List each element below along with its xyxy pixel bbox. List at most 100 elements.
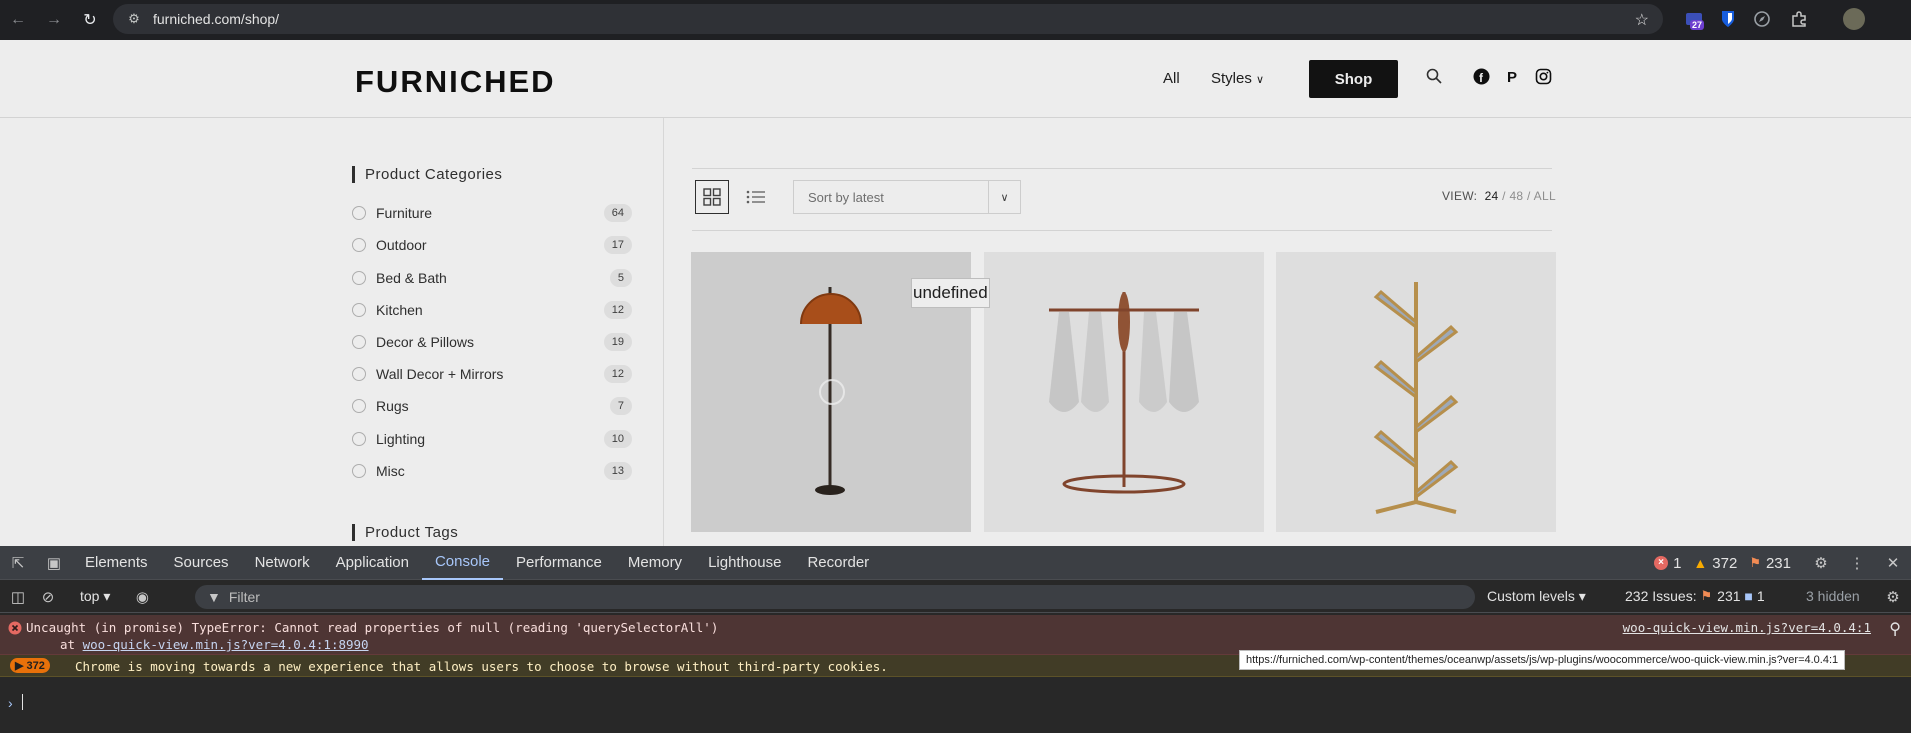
category-item[interactable]: Furniture 64 bbox=[352, 201, 632, 225]
category-radio[interactable] bbox=[352, 464, 366, 478]
instagram-icon[interactable] bbox=[1535, 68, 1552, 90]
reload-icon: ↻ bbox=[83, 12, 97, 29]
category-item[interactable]: Wall Decor + Mirrors 12 bbox=[352, 362, 632, 386]
clear-console-icon[interactable]: ⊘ bbox=[30, 580, 66, 614]
settings-gear-icon[interactable]: ⚙ bbox=[1803, 546, 1839, 580]
category-radio[interactable] bbox=[352, 335, 366, 349]
more-options-icon[interactable]: ⋮ bbox=[1839, 546, 1875, 580]
warning-counter[interactable]: ▲ 372 bbox=[1693, 555, 1737, 572]
reload-button[interactable]: ↻ bbox=[72, 0, 108, 40]
view-24-link[interactable]: 24 bbox=[1485, 189, 1499, 203]
filter-placeholder: Filter bbox=[228, 589, 260, 605]
tab-recorder[interactable]: Recorder bbox=[794, 546, 882, 580]
tab-sources[interactable]: Sources bbox=[161, 546, 242, 580]
category-item[interactable]: Misc 13 bbox=[352, 459, 632, 483]
tab-lighthouse[interactable]: Lighthouse bbox=[695, 546, 794, 580]
menu-all[interactable]: All bbox=[1163, 70, 1180, 87]
sort-select[interactable]: Sort by latest ∨ bbox=[793, 180, 1021, 214]
console-settings-icon[interactable]: ⚙ bbox=[1875, 580, 1911, 614]
tab-console[interactable]: Console bbox=[421, 546, 504, 580]
error-stack-link[interactable]: woo-quick-view.min.js?ver=4.0.4:1:8990 bbox=[83, 637, 369, 652]
eye-icon[interactable]: ◉ bbox=[124, 580, 160, 614]
issue-counter[interactable]: ⚑ 231 bbox=[1749, 555, 1791, 572]
category-count: 10 bbox=[603, 430, 632, 448]
toolbar-top-border bbox=[692, 168, 1552, 169]
category-count: 17 bbox=[603, 236, 632, 254]
bookmark-star-icon[interactable]: ☆ bbox=[1635, 10, 1649, 30]
shop-button[interactable]: Shop bbox=[1309, 60, 1398, 98]
list-icon bbox=[746, 190, 765, 204]
error-source-link[interactable]: woo-quick-view.min.js?ver=4.0.4:1 bbox=[1623, 620, 1871, 635]
category-label: Outdoor bbox=[376, 237, 427, 253]
extensions-puzzle-icon[interactable] bbox=[1788, 8, 1810, 30]
category-radio[interactable] bbox=[352, 399, 366, 413]
forward-button[interactable]: → bbox=[36, 0, 72, 40]
close-icon[interactable]: ✕ bbox=[1875, 546, 1911, 580]
console-prompt-icon: › bbox=[8, 695, 13, 711]
toolbar-bottom-border bbox=[692, 230, 1552, 231]
console-filter-input[interactable]: ▼ Filter bbox=[195, 585, 1475, 609]
view-label: VIEW: bbox=[1442, 189, 1478, 203]
search-icon[interactable] bbox=[1426, 68, 1442, 89]
sort-value: Sort by latest bbox=[808, 189, 884, 205]
category-radio[interactable] bbox=[352, 367, 366, 381]
back-button[interactable]: ← bbox=[0, 0, 36, 40]
category-item[interactable]: Outdoor 17 bbox=[352, 233, 632, 257]
site-header: FURNICHED All Styles ∨ Shop f P bbox=[0, 40, 1911, 118]
category-radio[interactable] bbox=[352, 432, 366, 446]
category-count: 13 bbox=[603, 462, 632, 480]
category-label: Furniture bbox=[376, 205, 433, 221]
error-counter[interactable]: × 1 bbox=[1654, 555, 1681, 572]
category-radio[interactable] bbox=[352, 206, 366, 220]
issues-flag-count: 231 bbox=[1717, 588, 1741, 604]
category-item[interactable]: Bed & Bath 5 bbox=[352, 266, 632, 290]
product-card-bookshelf[interactable] bbox=[1276, 252, 1556, 532]
warning-repeat-count: 372 bbox=[26, 660, 45, 672]
category-label: Rugs bbox=[376, 398, 409, 414]
category-item[interactable]: Rugs 7 bbox=[352, 394, 632, 418]
url-tooltip: https://furniched.com/wp-content/themes/… bbox=[1239, 650, 1846, 670]
error-stack: at woo-quick-view.min.js?ver=4.0.4:1:899… bbox=[60, 637, 369, 652]
log-levels-select[interactable]: Custom levels ▾ bbox=[1487, 588, 1586, 605]
device-toolbar-icon[interactable]: ▣ bbox=[36, 546, 72, 580]
category-radio[interactable] bbox=[352, 271, 366, 285]
category-radio[interactable] bbox=[352, 238, 366, 252]
site-settings-icon[interactable]: ⚙ bbox=[119, 11, 149, 27]
pinterest-icon[interactable]: P bbox=[1504, 68, 1520, 90]
view-separator: / bbox=[1502, 189, 1506, 203]
error-circle-icon bbox=[8, 621, 22, 640]
compass-icon[interactable] bbox=[1751, 8, 1773, 30]
tab-network[interactable]: Network bbox=[242, 546, 323, 580]
warning-repeat-badge[interactable]: ▶ 372 bbox=[10, 658, 50, 673]
error-at-label: at bbox=[60, 637, 76, 652]
list-view-button[interactable] bbox=[739, 180, 773, 214]
console-error-message[interactable]: Uncaught (in promise) TypeError: Cannot … bbox=[0, 615, 1911, 655]
address-bar[interactable]: ⚙ furniched.com/shop/ ☆ bbox=[113, 4, 1663, 34]
product-card-wine-rack[interactable] bbox=[984, 252, 1264, 532]
tab-elements[interactable]: Elements bbox=[72, 546, 161, 580]
browser-toolbar: ← → ↻ ⚙ furniched.com/shop/ ☆ 27 bbox=[0, 0, 1911, 40]
menu-styles[interactable]: Styles ∨ bbox=[1211, 70, 1264, 87]
category-radio[interactable] bbox=[352, 303, 366, 317]
category-item[interactable]: Kitchen 12 bbox=[352, 298, 632, 322]
grid-view-button[interactable] bbox=[695, 180, 729, 214]
category-item[interactable]: Lighting 10 bbox=[352, 427, 632, 451]
menu-styles-label: Styles bbox=[1211, 70, 1252, 87]
category-item[interactable]: Decor & Pillows 19 bbox=[352, 330, 632, 354]
facebook-icon[interactable]: f bbox=[1473, 68, 1490, 90]
issues-summary[interactable]: 232 Issues: ⚑ 231 ■ 1 bbox=[1625, 588, 1765, 604]
lightbulb-icon[interactable]: ⚲ bbox=[1889, 619, 1901, 639]
bitwarden-icon[interactable] bbox=[1717, 8, 1739, 30]
url-text: furniched.com/shop/ bbox=[153, 11, 280, 27]
tab-performance[interactable]: Performance bbox=[503, 546, 615, 580]
chevron-down-icon: ∨ bbox=[1256, 74, 1265, 86]
tab-memory[interactable]: Memory bbox=[615, 546, 695, 580]
inspect-element-icon[interactable]: ⇱ bbox=[0, 546, 36, 580]
tab-application[interactable]: Application bbox=[323, 546, 422, 580]
view-all-link[interactable]: ALL bbox=[1534, 189, 1556, 203]
view-48-link[interactable]: 48 bbox=[1509, 189, 1523, 203]
console-input-caret[interactable] bbox=[22, 694, 23, 710]
site-logo[interactable]: FURNICHED bbox=[355, 64, 556, 100]
context-select[interactable]: top ▾ bbox=[80, 588, 110, 605]
profile-avatar[interactable] bbox=[1843, 8, 1865, 30]
